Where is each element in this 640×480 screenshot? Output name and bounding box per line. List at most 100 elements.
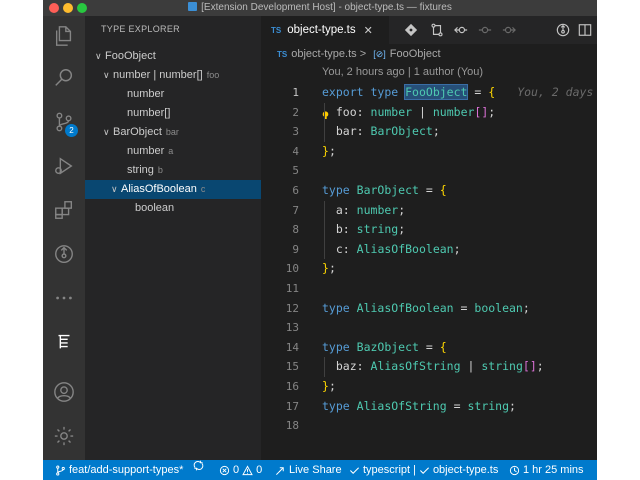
activity-explorer[interactable] [43,16,85,56]
tree-item[interactable]: number [85,85,261,104]
title-bar: [Extension Development Host] - object-ty… [43,0,597,16]
tree-item[interactable]: string b [85,161,261,180]
status-live-share[interactable]: Live Share [275,460,342,480]
code-text: type AliasOfString = string; [322,398,516,413]
chevron-down-icon[interactable]: ∨ [111,180,121,199]
status-language[interactable]: typescript | object-type.ts [349,460,498,480]
gitlens-codelens[interactable]: You, 2 hours ago | 1 author (You) [322,66,483,78]
check-icon [419,466,429,474]
vscode-window: [Extension Development Host] - object-ty… [43,0,597,480]
code-text: type AliasOfBoolean = boolean; [322,300,530,315]
line-number: 17 [285,399,299,413]
error-icon [219,465,230,475]
status-bar: feat/add-support-types* 0 0 Live Share t… [43,460,597,480]
ellipsis-icon [56,296,72,300]
error-count: 0 [233,464,240,476]
split-editor-button[interactable] [577,22,593,38]
gear-icon [54,426,74,446]
code-line[interactable]: 12 type AliasOfBoolean = boolean; [261,299,597,319]
breadcrumb-symbol[interactable]: FooObject [390,48,441,60]
breadcrumb: TS object-type.ts > [⊘] FooObject [261,44,597,64]
tree-item-label: FooObject [105,50,156,62]
code-text: export type FooObject = {You, 2 days [322,84,594,100]
activity-more[interactable] [43,278,85,318]
tab-object-type[interactable]: TS object-type.ts ✕ [261,16,389,44]
close-icon[interactable]: ✕ [364,24,373,37]
code-line[interactable]: 3 bar: BarObject; [261,122,597,142]
code-line[interactable]: 8 b: string; [261,220,597,240]
chevron-down-icon[interactable]: ∨ [103,123,113,142]
code-line[interactable]: 18 [261,416,597,436]
code-line[interactable]: 4}; [261,142,597,162]
activity-accounts[interactable] [43,372,85,412]
code-line[interactable]: 13 [261,318,597,338]
line-number: 15 [285,360,299,374]
gitlens-commit-toolbar-button[interactable] [403,22,419,38]
activity-gitlens[interactable] [43,234,85,274]
account-icon [54,382,74,402]
code-text: c: AliasOfBoolean; [335,241,461,256]
typescript-file-icon: TS [277,50,288,59]
chevron-down-icon[interactable]: ∨ [103,66,113,85]
tree-item[interactable]: ∨ number | number[] foo [85,66,261,85]
tree-item[interactable]: ∨ BarObject bar [85,123,261,142]
status-branch[interactable]: feat/add-support-types* [55,460,183,480]
chevron-down-icon[interactable]: ∨ [95,47,105,66]
code-line[interactable]: 11 [261,279,597,299]
live-share-icon [276,466,284,475]
line-number: 8 [292,223,299,237]
status-time-tracker[interactable]: 1 hr 25 mins [509,460,584,480]
tree-item[interactable]: ∨ FooObject [85,47,261,66]
debug-icon [55,157,73,175]
code-line[interactable]: 6 type BarObject = { [261,181,597,201]
code-line[interactable]: 1 export type FooObject = {You, 2 days [261,83,597,103]
revision-back-icon [454,26,468,34]
revision-forward-button[interactable] [501,22,517,38]
activity-run-debug[interactable] [43,146,85,186]
status-problems[interactable]: 0 0 [219,460,262,480]
code-line[interactable]: 17 type AliasOfString = string; [261,397,597,417]
tree-item-label: number | number[] [113,69,203,81]
window-title-text: [Extension Development Host] - object-ty… [201,2,452,13]
typescript-file-icon: TS [271,25,282,35]
tree-item-label: number[] [127,107,171,119]
previous-revision-button[interactable] [453,22,469,38]
compare-icon [431,23,443,37]
line-number: 16 [285,380,299,393]
next-revision-button[interactable] [477,22,493,38]
code-line[interactable]: 15 baz: AliasOfString | string[]; [261,357,597,377]
sync-icon [193,460,204,471]
code-line[interactable]: 5 [261,161,597,181]
compare-changes-button[interactable] [429,22,445,38]
activity-search[interactable] [43,58,85,98]
warning-count: 0 [256,464,263,476]
code-line[interactable]: 14 type BazObject = { [261,338,597,358]
line-number: 3 [292,125,299,139]
code-line[interactable]: 16}; [261,377,597,397]
line-number: 14 [285,340,299,354]
breadcrumb-file[interactable]: object-type.ts [291,48,356,60]
activity-extensions[interactable] [43,190,85,230]
code-line[interactable]: 9 c: AliasOfBoolean; [261,240,597,260]
overview-ruler[interactable] [589,64,597,460]
activity-manage[interactable] [43,416,85,456]
line-number: 9 [292,242,299,256]
code-line[interactable]: 10}; [261,259,597,279]
check-icon [349,466,360,474]
open-changes-button[interactable] [555,22,571,38]
activity-type-explorer[interactable] [43,322,85,362]
indent-guide [324,357,325,377]
activity-bar: 2 [43,16,85,460]
code-line[interactable]: 7 a: number; [261,201,597,221]
tree-item[interactable]: number a [85,142,261,161]
status-sync[interactable] [193,460,204,471]
tree-item[interactable]: boolean [85,199,261,218]
tree-item[interactable]: number[] [85,104,261,123]
tree-item-label: boolean [135,202,175,214]
tree-item[interactable]: ∨ AliasOfBoolean c [85,180,261,199]
line-number: 11 [285,282,299,295]
code-editor[interactable]: You, 2 hours ago | 1 author (You) 1 expor… [261,64,597,460]
code-line[interactable]: 2 foo: number | number[]; [261,103,597,123]
revision-icon [478,26,492,34]
activity-source-control[interactable]: 2 [43,102,85,142]
